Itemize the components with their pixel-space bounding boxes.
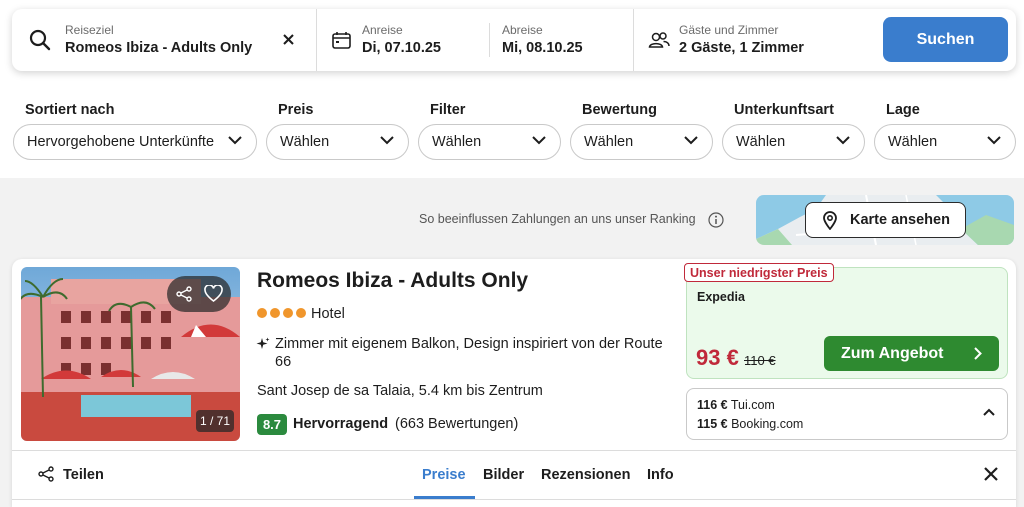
filter-label-rating: Bewertung <box>582 102 657 118</box>
checkout-field[interactable]: Abreise Mi, 08.10.25 <box>502 9 632 71</box>
hotel-name[interactable]: Romeos Ibiza - Adults Only <box>257 269 528 293</box>
destination-label: Reiseziel <box>65 23 114 37</box>
close-icon[interactable] <box>983 466 999 482</box>
view-map-button[interactable]: Karte ansehen <box>805 202 966 238</box>
chevron-down-icon <box>228 136 242 145</box>
sort-value: Hervorgehobene Unterkünfte <box>27 134 215 150</box>
destination-input[interactable]: Romeos Ibiza - Adults Only <box>65 40 252 56</box>
hotel-feature: Zimmer mit eigenem Balkon, Design inspir… <box>275 336 663 370</box>
star-dot <box>283 308 293 318</box>
chevron-right-icon <box>974 347 982 360</box>
checkin-value: Di, 07.10.25 <box>362 40 441 56</box>
other-offer-price: 115 € <box>697 417 728 431</box>
location-value: Wählen <box>888 134 938 150</box>
view-deal-label: Zum Angebot <box>841 344 944 362</box>
star-dot <box>296 308 306 318</box>
search-bar: Reiseziel Romeos Ibiza - Adults Only Anr… <box>12 9 1016 71</box>
deal-provider: Expedia <box>697 290 745 304</box>
chevron-up-icon[interactable] <box>983 408 995 416</box>
hotel-location: Sant Josep de sa Talaia, 5.4 km bis Zent… <box>257 383 543 399</box>
other-offers-box[interactable] <box>686 388 1008 440</box>
divider <box>316 9 317 71</box>
rating-dropdown[interactable]: Wählen <box>570 124 713 160</box>
search-button[interactable]: Suchen <box>883 17 1008 62</box>
accommodation-value: Wählen <box>736 134 786 150</box>
clear-icon[interactable] <box>283 34 294 45</box>
accommodation-dropdown[interactable]: Wählen <box>722 124 865 160</box>
search-icon <box>29 29 51 51</box>
calendar-icon <box>332 32 351 49</box>
location-dropdown[interactable]: Wählen <box>874 124 1016 160</box>
lowest-price-badge: Unser niedrigster Preis <box>684 263 834 282</box>
info-icon[interactable] <box>708 212 724 228</box>
filter-label-price: Preis <box>278 102 314 118</box>
heart-icon[interactable] <box>204 285 223 302</box>
filter-dropdown[interactable]: Wählen <box>418 124 561 160</box>
checkout-value: Mi, 08.10.25 <box>502 40 583 56</box>
star-rating <box>257 308 306 318</box>
share-icon[interactable] <box>176 286 192 302</box>
tab-images[interactable]: Bilder <box>483 467 524 483</box>
tab-reviews[interactable]: Rezensionen <box>541 467 630 483</box>
chevron-down-icon <box>380 136 394 145</box>
guests-value: 2 Gäste, 1 Zimmer <box>679 40 804 56</box>
view-map-label: Karte ansehen <box>850 212 950 228</box>
rating-word: Hervorragend <box>293 416 389 432</box>
price-dropdown[interactable]: Wählen <box>266 124 409 160</box>
star-dot <box>270 308 280 318</box>
checkin-label: Anreise <box>362 23 403 37</box>
rating-value: Wählen <box>584 134 634 150</box>
guests-label: Gäste und Zimmer <box>679 23 779 37</box>
checkin-field[interactable]: Anreise Di, 07.10.25 <box>362 9 492 71</box>
share-button[interactable]: Teilen <box>63 467 104 483</box>
hotel-type: Hotel <box>311 306 345 322</box>
filter-label-accommodation: Unterkunftsart <box>734 102 834 118</box>
divider <box>12 499 1016 500</box>
other-offer-provider: Tui.com <box>730 398 775 412</box>
chevron-down-icon <box>684 136 698 145</box>
filter-label-sort: Sortiert nach <box>25 102 115 118</box>
filter-label-filter: Filter <box>430 102 466 118</box>
ranking-note[interactable]: So beeinflussen Zahlungen an uns unser R… <box>419 212 696 226</box>
map-pin-icon <box>823 211 837 230</box>
chevron-down-icon <box>532 136 546 145</box>
divider <box>489 23 490 57</box>
other-offer-row[interactable]: 115 € Booking.com <box>697 417 803 431</box>
share-icon[interactable] <box>38 466 54 482</box>
filter-value: Wählen <box>432 134 482 150</box>
rating-score-badge: 8.7 <box>257 414 287 435</box>
other-offer-row[interactable]: 116 € Tui.com <box>697 398 775 412</box>
other-offer-provider: Booking.com <box>731 417 804 431</box>
checkout-label: Abreise <box>502 23 543 37</box>
rating-count[interactable]: (663 Bewertungen) <box>395 416 518 432</box>
chevron-down-icon <box>987 136 1001 145</box>
star-dot <box>257 308 267 318</box>
divider <box>633 9 634 71</box>
guests-field[interactable]: Gäste und Zimmer 2 Gäste, 1 Zimmer <box>679 9 869 71</box>
sort-dropdown[interactable]: Hervorgehobene Unterkünfte <box>13 124 257 160</box>
photo-actions <box>167 276 231 312</box>
view-deal-button[interactable]: Zum Angebot <box>824 336 999 371</box>
price-value: Wählen <box>280 134 330 150</box>
sparkle-icon <box>256 337 270 349</box>
other-offer-price: 116 € <box>697 398 728 412</box>
chevron-down-icon <box>836 136 850 145</box>
deal-old-price: 110 € <box>744 353 776 368</box>
guests-icon <box>648 32 670 48</box>
divider <box>12 450 1016 451</box>
photo-counter: 1 / 71 <box>196 410 234 432</box>
tab-info[interactable]: Info <box>647 467 674 483</box>
tab-prices[interactable]: Preise <box>422 467 466 483</box>
deal-price: 93 € <box>696 345 739 370</box>
filter-label-location: Lage <box>886 102 920 118</box>
